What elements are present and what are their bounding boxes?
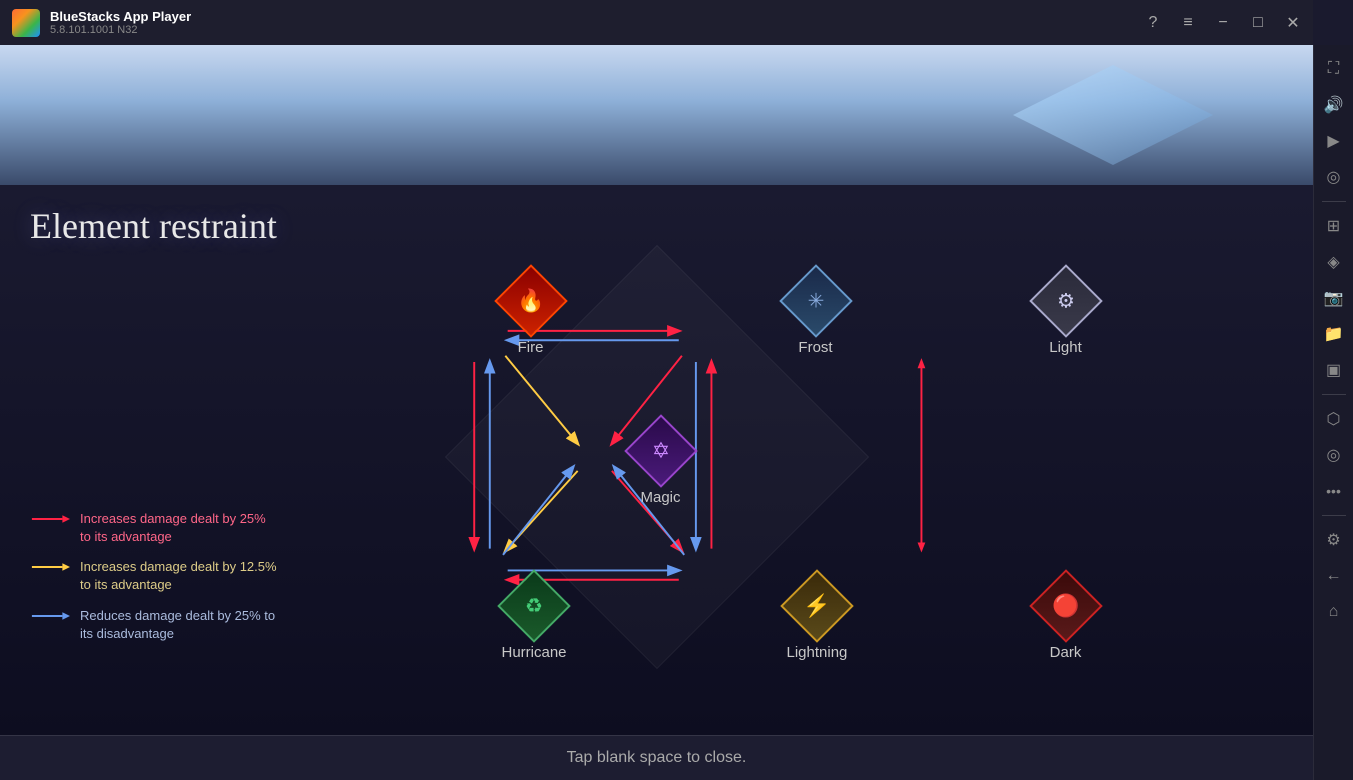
dark-top-arrowhead xyxy=(917,358,925,368)
page-title: Element restraint xyxy=(30,205,1283,247)
maximize-button[interactable]: □ xyxy=(1248,14,1268,32)
legend-arrow-red xyxy=(30,513,70,525)
element-node-frost: ✳ Frost xyxy=(787,272,845,356)
app-name: BlueStacks App Player xyxy=(50,9,191,24)
sidebar-divider-2 xyxy=(1322,394,1346,395)
fire-icon-wrapper: 🔥 xyxy=(502,272,560,330)
dark-diamond: 🔴 xyxy=(1029,569,1103,643)
frost-diamond: ✳ xyxy=(779,264,853,338)
legend-item-yellow: Increases damage dealt by 12.5% to its a… xyxy=(30,558,280,594)
frost-icon-wrapper: ✳ xyxy=(787,272,845,330)
fire-diamond: 🔥 xyxy=(494,264,568,338)
sidebar-icon-11[interactable]: ◎ xyxy=(1318,439,1350,471)
legend: Increases damage dealt by 25% to its adv… xyxy=(30,510,280,655)
sidebar-icon-6[interactable]: ◈ xyxy=(1318,246,1350,278)
light-icon-wrapper: ⚙ xyxy=(1037,272,1095,330)
titlebar-controls: ? ≡ − □ ✕ xyxy=(1143,13,1303,33)
sidebar-icon-9[interactable]: ▣ xyxy=(1318,354,1350,386)
lightning-label: Lightning xyxy=(787,644,848,661)
magic-icon-wrapper: ✡ xyxy=(632,422,690,480)
legend-item-red: Increases damage dealt by 25% to its adv… xyxy=(30,510,280,546)
right-sidebar: ⛶ 🔊 ▶ ◎ ⊞ ◈ 📷 📁 ▣ ⬡ ◎ ••• ⚙ ← ⌂ xyxy=(1313,45,1353,780)
sidebar-icon-10[interactable]: ⬡ xyxy=(1318,403,1350,435)
legend-text-red: Increases damage dealt by 25% to its adv… xyxy=(80,510,280,546)
element-node-fire: 🔥 Fire xyxy=(502,272,560,356)
sidebar-icon-3[interactable]: ▶ xyxy=(1318,125,1350,157)
element-node-magic: ✡ Magic xyxy=(632,422,690,506)
sidebar-dots[interactable]: ••• xyxy=(1318,475,1350,507)
help-button[interactable]: ? xyxy=(1143,14,1163,32)
game-area: Element restraint xyxy=(0,45,1313,780)
close-button[interactable]: ✕ xyxy=(1283,13,1303,33)
titlebar: BlueStacks App Player 5.8.101.1001 N32 ?… xyxy=(0,0,1313,45)
legend-arrow-blue xyxy=(30,610,70,622)
element-node-dark: 🔴 Dark xyxy=(1037,577,1095,661)
sidebar-icon-7[interactable]: 📷 xyxy=(1318,282,1350,314)
magic-diamond: ✡ xyxy=(624,414,698,488)
sidebar-divider-1 xyxy=(1322,201,1346,202)
top-banner xyxy=(0,45,1313,185)
light-diamond: ⚙ xyxy=(1029,264,1103,338)
lightning-diamond: ⚡ xyxy=(780,569,854,643)
legend-item-blue: Reduces damage dealt by 25% to its disad… xyxy=(30,607,280,643)
frost-label: Frost xyxy=(798,339,832,356)
light-label: Light xyxy=(1049,339,1082,356)
content-area[interactable]: Element restraint xyxy=(0,185,1313,735)
element-node-hurricane: ♻ Hurricane xyxy=(502,577,567,661)
sidebar-divider-3 xyxy=(1322,515,1346,516)
dark-bottom-arrowhead xyxy=(917,542,925,552)
legend-arrow-yellow xyxy=(30,561,70,573)
dark-label: Dark xyxy=(1050,644,1082,661)
element-node-light: ⚙ Light xyxy=(1037,272,1095,356)
main-layout: Element restraint xyxy=(0,45,1353,780)
dark-icon-wrapper: 🔴 xyxy=(1037,577,1095,635)
legend-text-yellow: Increases damage dealt by 12.5% to its a… xyxy=(80,558,280,594)
sidebar-fullscreen-icon[interactable]: ⛶ xyxy=(1318,53,1350,85)
hurricane-diamond: ♻ xyxy=(497,569,571,643)
hurricane-label: Hurricane xyxy=(502,644,567,661)
app-version: 5.8.101.1001 N32 xyxy=(50,24,191,36)
sidebar-back-icon[interactable]: ← xyxy=(1318,560,1350,592)
magic-label: Magic xyxy=(640,489,680,506)
lightning-icon-wrapper: ⚡ xyxy=(788,577,846,635)
minimize-button[interactable]: − xyxy=(1213,14,1233,32)
legend-text-blue: Reduces damage dealt by 25% to its disad… xyxy=(80,607,280,643)
sidebar-icon-4[interactable]: ◎ xyxy=(1318,161,1350,193)
sidebar-icon-2[interactable]: 🔊 xyxy=(1318,89,1350,121)
element-node-lightning: ⚡ Lightning xyxy=(787,577,848,661)
menu-button[interactable]: ≡ xyxy=(1178,14,1198,32)
fire-label: Fire xyxy=(518,339,544,356)
bottom-text: Tap blank space to close. xyxy=(567,749,747,767)
sidebar-settings-icon[interactable]: ⚙ xyxy=(1318,524,1350,556)
hurricane-icon-wrapper: ♻ xyxy=(505,577,563,635)
sidebar-home-icon[interactable]: ⌂ xyxy=(1318,596,1350,628)
sidebar-icon-5[interactable]: ⊞ xyxy=(1318,210,1350,242)
title-text: BlueStacks App Player 5.8.101.1001 N32 xyxy=(50,9,191,36)
sidebar-icon-8[interactable]: 📁 xyxy=(1318,318,1350,350)
bluestacks-logo xyxy=(10,7,42,39)
bottom-bar[interactable]: Tap blank space to close. xyxy=(0,735,1313,780)
element-diagram: 🔥 Fire ✳ Frost xyxy=(307,257,1007,677)
